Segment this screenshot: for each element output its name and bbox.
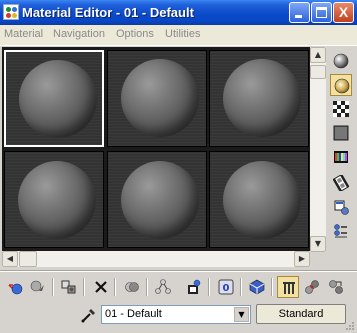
options-icon	[334, 200, 349, 215]
scroll-right-button[interactable]: ▶	[294, 251, 310, 267]
make-preview-button[interactable]	[330, 172, 352, 194]
toolbar-separator	[271, 278, 273, 296]
sample-slot-6[interactable]	[209, 151, 309, 248]
close-icon: X	[338, 4, 349, 20]
material-name-dropdown-button[interactable]: ▼	[234, 307, 249, 322]
arrow-left-icon: ◀	[6, 254, 14, 263]
material-effects-channel-icon: 0	[218, 279, 234, 295]
material-type-button[interactable]: Standard	[256, 304, 346, 324]
toolbar-separator	[114, 278, 116, 296]
go-to-parent-icon	[305, 280, 319, 294]
make-unique-icon	[155, 279, 171, 294]
material-sphere-preview	[19, 60, 97, 138]
sample-slot-3[interactable]	[209, 50, 309, 147]
arrow-right-icon: ▶	[298, 254, 306, 263]
maximize-button[interactable]	[311, 2, 332, 23]
show-in-viewport-icon	[249, 279, 265, 295]
go-forward-to-sibling-icon	[329, 280, 343, 294]
material-sphere-preview	[223, 59, 301, 137]
pick-material-button[interactable]	[80, 306, 98, 324]
material-name-field[interactable]: 01 - Default ▼	[101, 305, 251, 324]
horizontal-scrollbar[interactable]: ◀ ▶	[2, 251, 310, 267]
sample-slot-1[interactable]	[4, 50, 104, 147]
show-in-viewport-button[interactable]	[246, 276, 268, 298]
background-button[interactable]	[330, 98, 352, 120]
sample-slot-5[interactable]	[107, 151, 207, 248]
make-copy-button[interactable]	[121, 276, 143, 298]
put-to-library-button[interactable]	[183, 276, 205, 298]
show-end-result-icon	[283, 282, 295, 294]
menu-material[interactable]: Material	[4, 28, 43, 40]
select-by-material-icon	[334, 224, 347, 238]
material-editor-app-icon[interactable]	[3, 4, 19, 20]
eyedropper-icon	[81, 309, 95, 323]
scroll-down-button[interactable]: ▼	[310, 236, 326, 252]
sample-slot-2[interactable]	[107, 50, 207, 147]
minimize-icon	[295, 15, 302, 18]
arrow-down-icon: ▼	[314, 239, 322, 248]
sample-slot-4[interactable]	[4, 151, 104, 248]
toolbar-separator	[146, 278, 148, 296]
menu-bar: Material Navigation Options Utilities	[0, 25, 357, 46]
video-color-check-button[interactable]	[330, 146, 352, 168]
toolbar-separator	[208, 278, 210, 296]
toolbar-separator	[240, 278, 242, 296]
assign-to-selection-icon	[61, 280, 76, 294]
make-copy-icon	[125, 282, 139, 292]
sample-type-button[interactable]	[330, 50, 352, 72]
scroll-up-button[interactable]: ▲	[310, 47, 326, 63]
material-sphere-preview	[223, 161, 301, 239]
vertical-scrollbar[interactable]: ▲ ▼	[310, 47, 326, 252]
toolbar-separator	[83, 278, 85, 296]
sample-uv-tiling-icon	[333, 125, 349, 141]
put-to-scene-button[interactable]	[27, 276, 49, 298]
arrow-up-icon: ▲	[314, 50, 322, 59]
vertical-scroll-thumb[interactable]	[310, 65, 326, 79]
go-forward-to-sibling-button[interactable]	[325, 276, 347, 298]
get-material-button[interactable]	[4, 276, 26, 298]
material-sphere-preview	[121, 161, 199, 239]
toolbar-divider	[0, 270, 357, 272]
chevron-down-icon: ▼	[238, 310, 245, 319]
material-sphere-preview	[121, 59, 199, 137]
menu-utilities[interactable]: Utilities	[165, 28, 200, 40]
svg-text:0: 0	[223, 283, 230, 294]
select-by-material-button[interactable]	[330, 220, 352, 242]
put-to-library-icon	[188, 279, 201, 294]
reset-material-icon	[95, 281, 107, 293]
sample-uv-tiling-button[interactable]	[330, 122, 352, 144]
title-bar[interactable]: Material Editor - 01 - Default X	[0, 0, 357, 25]
go-to-parent-button[interactable]	[301, 276, 323, 298]
get-material-icon	[8, 283, 23, 295]
reset-material-button[interactable]	[90, 276, 112, 298]
show-end-result-button[interactable]	[277, 276, 299, 298]
window-title: Material Editor - 01 - Default	[22, 5, 194, 20]
video-color-check-icon	[334, 151, 348, 163]
maximize-icon	[316, 7, 327, 18]
backlight-button[interactable]	[330, 74, 352, 96]
menu-options[interactable]: Options	[116, 28, 154, 40]
minimize-button[interactable]	[289, 2, 310, 23]
menu-navigation[interactable]: Navigation	[53, 28, 105, 40]
backlight-icon	[334, 78, 350, 94]
assign-to-selection-button[interactable]	[58, 276, 80, 298]
scroll-left-button[interactable]: ◀	[2, 251, 18, 267]
material-name-value: 01 - Default	[105, 308, 162, 320]
make-preview-icon	[333, 175, 349, 191]
put-to-scene-icon	[30, 280, 44, 292]
options-button[interactable]	[330, 196, 352, 218]
sample-slot-area	[2, 47, 310, 252]
background-checker-icon	[333, 101, 349, 117]
make-unique-button[interactable]	[152, 276, 174, 298]
toolbar-separator	[52, 278, 54, 296]
resize-grip-icon[interactable]	[345, 321, 355, 331]
sample-type-sphere-icon	[333, 53, 349, 69]
horizontal-scroll-thumb[interactable]	[19, 251, 37, 267]
close-button[interactable]: X	[333, 2, 354, 23]
material-sphere-preview	[18, 161, 96, 239]
material-effects-channel-button[interactable]: 0	[215, 276, 237, 298]
